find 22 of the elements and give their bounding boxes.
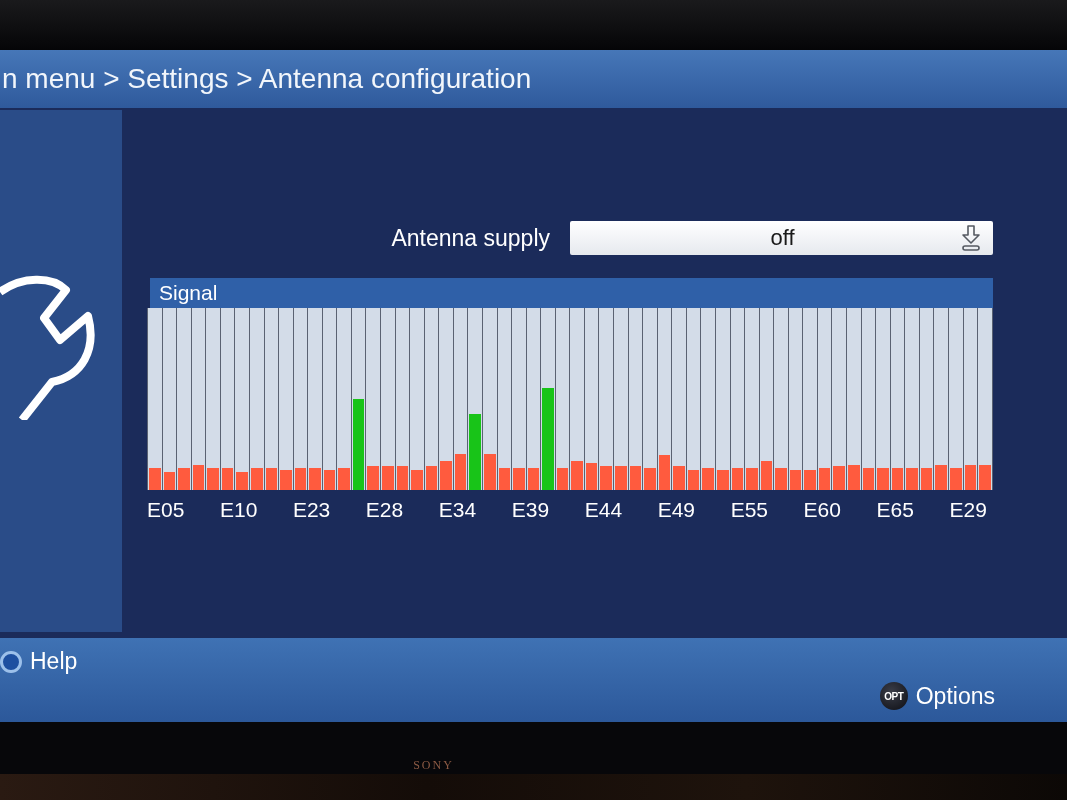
channel-label: E44 bbox=[584, 498, 623, 522]
hint-label[interactable]: Help bbox=[30, 648, 78, 675]
channel-label: E29 bbox=[949, 498, 987, 522]
channel-label: E05 bbox=[147, 498, 185, 522]
round-key-icon bbox=[0, 650, 22, 673]
breadcrumb: n menu > Settings > Antenna configuration bbox=[2, 63, 532, 95]
channel-label: E49 bbox=[657, 498, 696, 522]
download-arrow-icon bbox=[961, 224, 981, 252]
channel-label: E23 bbox=[292, 498, 331, 522]
hint-label[interactable]: Options bbox=[915, 682, 995, 710]
channel-label: E65 bbox=[876, 498, 914, 522]
channel-label: E10 bbox=[219, 498, 258, 522]
brand-logo: SONY bbox=[413, 758, 454, 773]
field-label: Antenna supply bbox=[391, 224, 550, 252]
channel-label: E39 bbox=[511, 498, 550, 522]
opt-key: OPT bbox=[879, 682, 908, 710]
channel-label: E28 bbox=[365, 498, 404, 522]
channel-label: E60 bbox=[803, 498, 841, 522]
channel-label: E34 bbox=[438, 498, 477, 522]
section-header: Signal bbox=[150, 278, 993, 308]
antenna-supply-dropdown[interactable]: off bbox=[570, 221, 993, 255]
channel-label: E55 bbox=[730, 498, 768, 522]
